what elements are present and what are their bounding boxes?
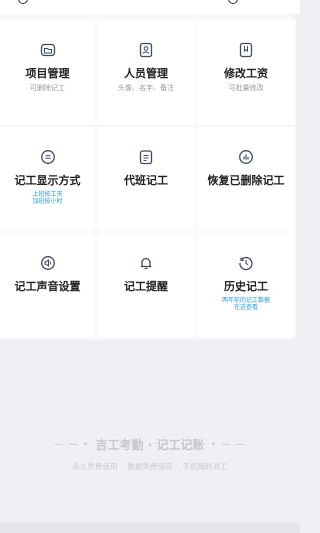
- grid-item-substitute-record[interactable]: 代班记工: [97, 127, 195, 231]
- restore-icon: [238, 149, 254, 165]
- divider-right: • — —: [210, 439, 246, 450]
- grid-item-display-mode[interactable]: 记工显示方式 上班按工天 加班按小时: [0, 127, 95, 231]
- feature-grid: 项目管理 可删除记工 人员管理 头像、名字、备注 修改工资 可批量修改 记工显示…: [0, 14, 296, 340]
- grid-item-personnel-management[interactable]: 人员管理 头像、名字、备注: [97, 20, 195, 125]
- slogan: 手机随时对工: [182, 462, 228, 471]
- partial-icon-right: [228, 0, 238, 4]
- partial-icon-left: [18, 0, 28, 4]
- grid-item-label: 项目管理: [25, 67, 70, 80]
- grid-item-label: 记工声音设置: [14, 280, 81, 293]
- footer: — — • 吉工考勤 · 记工记账 • — — 永久免费使用 数据免费保存 手机…: [0, 436, 300, 472]
- grid-item-sound-settings[interactable]: 记工声音设置: [0, 233, 95, 337]
- footer-brand: 吉工考勤 · 记工记账: [95, 438, 205, 452]
- speaker-icon: [40, 255, 56, 271]
- grid-item-sub: 两年前的记工数据 在这查看: [221, 297, 270, 311]
- history-icon: [238, 255, 254, 271]
- grid-item-label: 人员管理: [124, 67, 168, 80]
- grid-item-label: 恢复已删除记工: [207, 174, 285, 187]
- grid-item-sub: 上班按工天 加班按小时: [32, 191, 63, 205]
- top-strip: [0, 0, 300, 14]
- bottom-edge: [0, 523, 300, 533]
- grid-item-sub: 可批量修改: [228, 84, 264, 92]
- footer-brand-line: — — • 吉工考勤 · 记工记账 • — —: [0, 436, 300, 453]
- grid-item-sub: 头像、名字、备注: [118, 84, 174, 92]
- grid-item-project-management[interactable]: 项目管理 可删除记工: [0, 20, 95, 125]
- bookmark-icon: [238, 42, 254, 58]
- grid-item-modify-wages[interactable]: 修改工资 可批量修改: [197, 20, 295, 125]
- divider-left: — — •: [54, 439, 90, 450]
- grid-item-reminder[interactable]: 记工提醒: [97, 233, 195, 337]
- calendar-icon: [138, 149, 154, 165]
- settings-screen: 项目管理 可删除记工 人员管理 头像、名字、备注 修改工资 可批量修改 记工显示…: [0, 0, 300, 533]
- grid-item-label: 修改工资: [224, 67, 268, 80]
- grid-item-sub: 可删除记工: [30, 84, 65, 92]
- list-circle-icon: [40, 149, 56, 165]
- grid-item-history[interactable]: 历史记工 两年前的记工数据 在这查看: [197, 233, 295, 337]
- grid-item-label: 记工显示方式: [14, 174, 81, 187]
- grid-item-label: 历史记工: [224, 280, 268, 293]
- slogan: 永久免费使用: [72, 462, 118, 471]
- contact-card-icon: [138, 42, 154, 58]
- grid-item-label: 代班记工: [124, 174, 168, 187]
- slogan: 数据免费保存: [127, 462, 173, 471]
- grid-item-restore-deleted[interactable]: 恢复已删除记工: [197, 127, 295, 231]
- bell-icon: [138, 255, 154, 271]
- grid-item-label: 记工提醒: [124, 280, 168, 293]
- folder-icon: [40, 42, 56, 58]
- footer-slogans: 永久免费使用 数据免费保存 手机随时对工: [0, 461, 300, 472]
